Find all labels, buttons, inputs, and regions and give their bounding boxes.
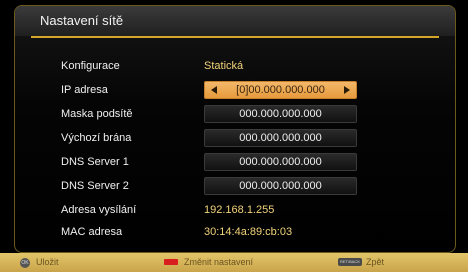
right-arrow-icon[interactable] [344,86,350,94]
default-gateway-field[interactable]: 000.000.000.000 [204,129,357,147]
configuration-value[interactable]: Statická [204,56,243,76]
dns-server-2-label: DNS Server 2 [61,180,129,192]
dns-server-2-field[interactable]: 000.000.000.000 [204,177,357,195]
row-default-gateway[interactable]: Výchozí brána 000.000.000.000 [61,128,361,148]
ok-button-icon: OK [20,258,30,268]
change-settings-hint[interactable]: Změnit nastavení [184,253,253,272]
window-title: Nastavení sítě [15,6,455,36]
network-settings-window: Nastavení sítě Konfigurace Statická IP a… [14,5,456,253]
red-key-icon [164,259,178,265]
subnet-mask-field[interactable]: 000.000.000.000 [204,105,357,123]
back-hint[interactable]: Zpět [366,253,384,272]
row-mac-address: MAC adresa 30:14:4a:89:cb:03 [61,222,361,242]
footer-bar: OK Uložit Změnit nastavení RET/BACK Zpět [0,253,468,272]
row-configuration[interactable]: Konfigurace Statická [61,56,361,76]
dns-server-1-label: DNS Server 1 [61,156,129,168]
row-dns-server-1[interactable]: DNS Server 1 000.000.000.000 [61,152,361,172]
row-broadcast-address: Adresa vysílání 192.168.1.255 [61,200,361,220]
broadcast-address-value: 192.168.1.255 [204,204,275,216]
row-subnet-mask[interactable]: Maska podsítě 000.000.000.000 [61,104,361,124]
default-gateway-label: Výchozí brána [61,132,132,144]
left-arrow-icon[interactable] [211,86,217,94]
mac-address-label: MAC adresa [61,226,123,238]
ip-address-field[interactable]: [0]00.000.000.000 [204,81,357,99]
configuration-label: Konfigurace [61,60,120,72]
back-key-icon: RET/BACK [338,258,362,266]
dns-server-1-field[interactable]: 000.000.000.000 [204,153,357,171]
save-hint[interactable]: Uložit [36,253,59,272]
broadcast-address-label: Adresa vysílání [61,204,137,216]
subnet-mask-label: Maska podsítě [61,108,133,120]
ip-address-value: [0]00.000.000.000 [236,84,325,96]
row-dns-server-2[interactable]: DNS Server 2 000.000.000.000 [61,176,361,196]
row-ip-address[interactable]: IP adresa [0]00.000.000.000 [61,80,361,100]
mac-address-value: 30:14:4a:89:cb:03 [204,226,293,238]
title-divider [31,36,439,38]
ip-address-label: IP adresa [61,84,108,96]
